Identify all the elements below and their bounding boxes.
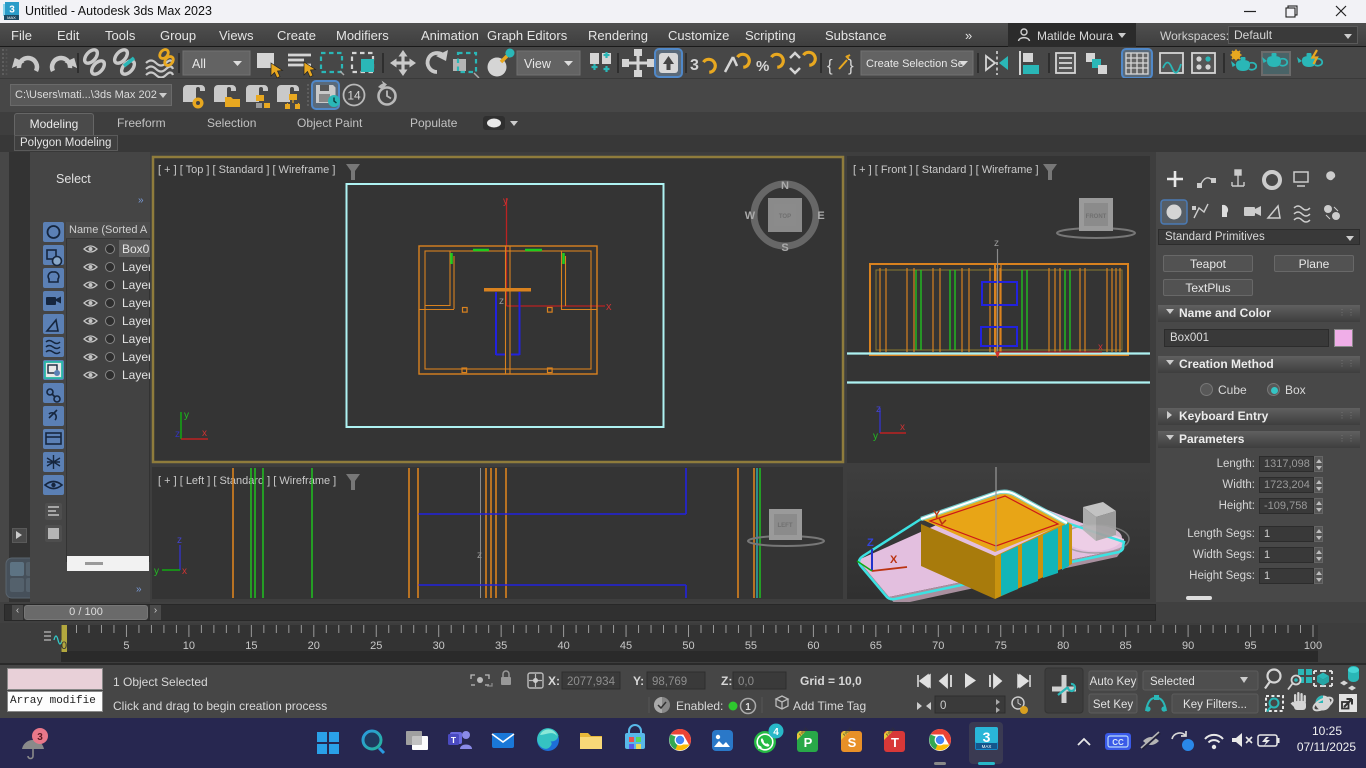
svg-text:85: 85 (1120, 640, 1132, 652)
svg-text:z: z (876, 404, 881, 415)
svg-text:80: 80 (1057, 640, 1069, 652)
svg-text:35: 35 (495, 640, 507, 652)
svg-text:Z: Z (867, 537, 874, 549)
svg-text:Add Time Tag: Add Time Tag (793, 699, 866, 713)
svg-text:y: y (154, 566, 159, 577)
svg-text:z: z (177, 535, 182, 546)
svg-text:3: 3 (37, 732, 43, 743)
svg-text:[ + ] [ Top ] [ Standard ] [ W: [ + ] [ Top ] [ Standard ] [ Wireframe ] (158, 164, 335, 176)
svg-text:Create Selection Se: Create Selection Se (866, 58, 964, 70)
svg-text:Grid = 10,0: Grid = 10,0 (800, 674, 862, 688)
svg-text:3: 3 (690, 57, 699, 74)
svg-text:14: 14 (347, 89, 361, 103)
svg-text:Auto Key: Auto Key (1090, 676, 1137, 688)
svg-text:75: 75 (995, 640, 1007, 652)
svg-text:y: y (503, 196, 508, 207)
svg-text:5: 5 (123, 640, 129, 652)
svg-text:95: 95 (1244, 640, 1256, 652)
svg-text:FRONT: FRONT (1086, 214, 1107, 220)
svg-text:Enabled:: Enabled: (676, 699, 723, 713)
svg-text:N: N (781, 180, 789, 192)
svg-text:z: z (994, 238, 999, 249)
svg-text:Set Key: Set Key (1093, 699, 1134, 711)
svg-text:x: x (1098, 342, 1103, 353)
svg-text:0,0: 0,0 (738, 676, 754, 688)
svg-text:x: x (606, 301, 612, 313)
svg-text:Key Filters...: Key Filters... (1183, 699, 1247, 711)
svg-text:X:: X: (548, 674, 560, 688)
svg-text:3: 3 (9, 5, 15, 16)
svg-text:40: 40 (557, 640, 569, 652)
svg-text:100: 100 (1304, 640, 1322, 652)
svg-text:z: z (477, 550, 482, 561)
svg-text:X: X (890, 554, 898, 566)
svg-text:15: 15 (245, 640, 257, 652)
svg-text:Selected: Selected (1150, 676, 1195, 688)
svg-text:30: 30 (433, 640, 445, 652)
svg-text:0: 0 (940, 700, 946, 712)
svg-text:55: 55 (745, 640, 757, 652)
svg-text:T: T (451, 735, 457, 745)
svg-text:x: x (182, 566, 187, 577)
svg-text:10: 10 (183, 640, 195, 652)
svg-text:E: E (817, 210, 824, 222)
svg-text:All: All (192, 57, 206, 71)
svg-text:50: 50 (682, 640, 694, 652)
svg-text:S: S (781, 242, 788, 254)
svg-text:90: 90 (1182, 640, 1194, 652)
svg-text:20: 20 (308, 640, 320, 652)
svg-text:z: z (499, 296, 504, 307)
svg-text:y: y (873, 431, 878, 442)
svg-text:{: { (827, 56, 833, 75)
svg-text:[ + ] [ Left ] [ Standard ] [: [ + ] [ Left ] [ Standard ] [ Wireframe … (158, 475, 336, 487)
svg-text:CC: CC (1112, 738, 1124, 747)
svg-text:S: S (848, 735, 857, 750)
svg-text:07/11/2025: 07/11/2025 (1297, 740, 1356, 754)
svg-text:View: View (524, 57, 552, 71)
svg-text:70: 70 (932, 640, 944, 652)
svg-text:60: 60 (807, 640, 819, 652)
svg-text:65: 65 (870, 640, 882, 652)
svg-text:0: 0 (61, 640, 67, 652)
svg-text:}: } (848, 56, 854, 75)
svg-text:x: x (900, 422, 905, 433)
svg-text:2077,934: 2077,934 (567, 676, 616, 688)
svg-text:Z:: Z: (721, 674, 732, 688)
svg-text:Y:: Y: (633, 674, 644, 688)
svg-text:z: z (175, 429, 180, 440)
svg-text:[ + ] [ Front ] [ Standard ] [: [ + ] [ Front ] [ Standard ] [ Wireframe… (853, 164, 1039, 176)
svg-text:W: W (745, 210, 756, 222)
svg-text:MAX: MAX (982, 744, 992, 749)
svg-text:P: P (804, 735, 813, 750)
svg-text:MAX: MAX (7, 15, 16, 20)
svg-text:%: % (756, 58, 769, 75)
svg-text:T: T (891, 735, 899, 750)
svg-text:98,769: 98,769 (652, 676, 687, 688)
svg-text:LEFT: LEFT (778, 523, 793, 529)
svg-text:10:25: 10:25 (1312, 724, 1342, 738)
svg-text:45: 45 (620, 640, 632, 652)
svg-text:1: 1 (745, 702, 751, 713)
svg-text:TOP: TOP (779, 214, 791, 220)
svg-text:y: y (184, 410, 189, 421)
svg-text:3: 3 (983, 729, 991, 745)
svg-text:x: x (202, 428, 207, 439)
svg-text:4: 4 (773, 727, 779, 738)
svg-text:25: 25 (370, 640, 382, 652)
